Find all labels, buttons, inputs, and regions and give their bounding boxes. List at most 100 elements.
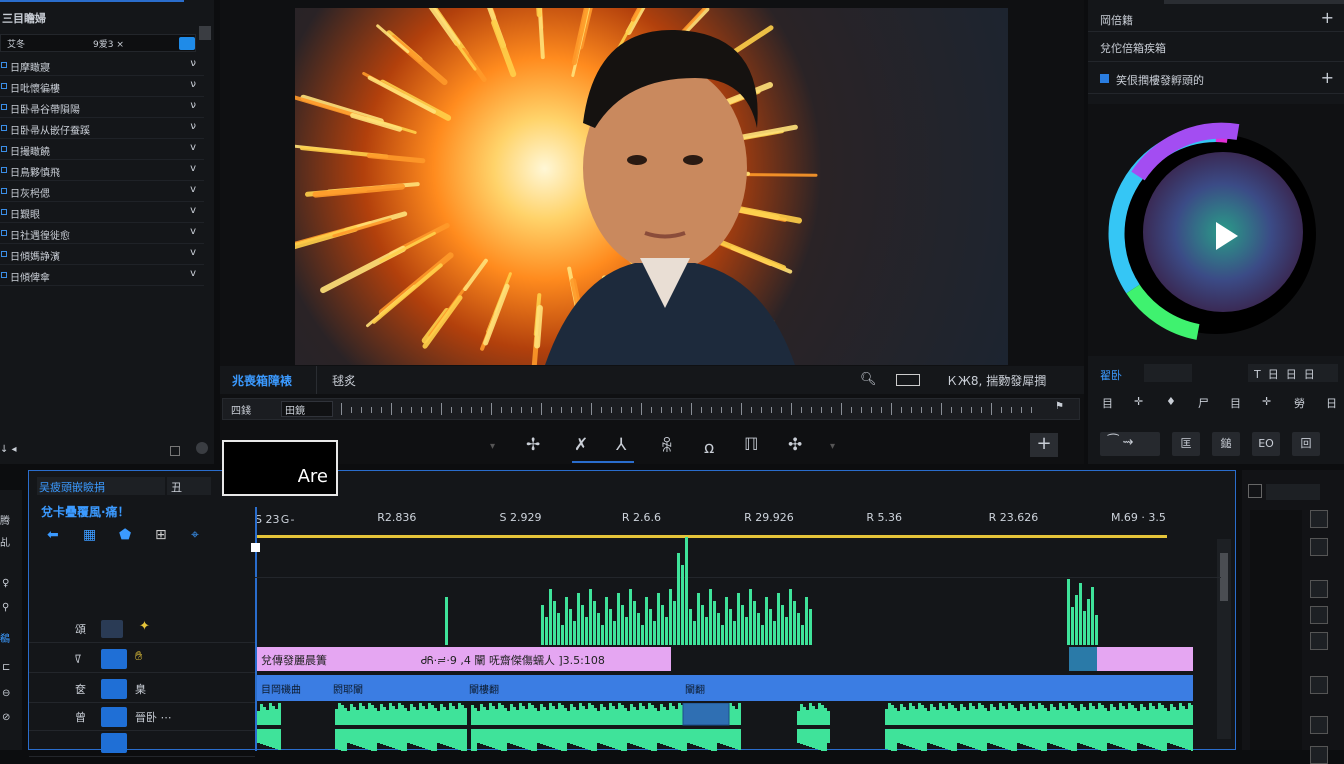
tool-crop[interactable]: ℿ xyxy=(744,435,758,455)
tool-button[interactable]: 勞 xyxy=(1294,395,1305,411)
right-row-3[interactable]: 笑佷撋樓發孵頭的 + xyxy=(1088,64,1344,94)
search-input[interactable]: 9爱3 × xyxy=(93,37,124,50)
tool-icon[interactable]: 鵗 xyxy=(0,630,10,645)
chevron-down-icon[interactable]: v xyxy=(190,226,196,237)
effect-item[interactable]: 日艱眼v xyxy=(0,203,204,223)
color-wheel[interactable] xyxy=(1088,104,1344,356)
effect-item[interactable]: 日社遇徨徙愈v xyxy=(0,224,204,244)
effect-item[interactable]: 日傾俾傘v xyxy=(0,266,204,286)
side-tool-icon[interactable] xyxy=(1310,746,1328,764)
arrow-left-icon[interactable]: ⬅ xyxy=(47,527,59,543)
side-tool-icon[interactable] xyxy=(1310,716,1328,734)
audio-clips[interactable] xyxy=(257,703,1193,751)
tool-icon[interactable]: 腾 xyxy=(0,512,10,527)
chevron-down-icon[interactable]: ν xyxy=(190,58,196,69)
tool-icon[interactable]: ⊏ xyxy=(2,662,10,673)
effect-item[interactable]: 日灰枵偲v xyxy=(0,182,204,202)
search-icon[interactable] xyxy=(179,37,195,50)
track-lock[interactable] xyxy=(101,707,127,727)
effect-item[interactable]: 日鳥夥慎飛v xyxy=(0,161,204,181)
hand-icon[interactable]: ✋︎ xyxy=(135,649,142,664)
effect-item[interactable]: 日卧帚谷帶隕陽ν xyxy=(0,98,204,118)
search-bar[interactable]: 艾冬 9爱3 × xyxy=(0,34,196,52)
viewer-controls-label[interactable]: ＫЖ8, 揣覅發犀撋 xyxy=(946,372,1046,389)
tool-cut[interactable]: ✗ xyxy=(574,435,588,455)
track-lock[interactable] xyxy=(101,733,127,753)
chevron-down-icon[interactable]: v xyxy=(190,268,196,279)
effect-item[interactable]: 日撮瞰饒v xyxy=(0,140,204,160)
side-tool-icon[interactable] xyxy=(1310,538,1328,556)
side-tool-icon[interactable] xyxy=(1310,580,1328,598)
trash-icon[interactable] xyxy=(170,446,180,456)
effect-item[interactable]: 日吡懷徧樓ν xyxy=(0,77,204,97)
chevron-down-icon[interactable]: v xyxy=(190,205,196,216)
tool-transform[interactable]: ✢ xyxy=(526,435,540,455)
chevron-down-icon[interactable]: ν xyxy=(190,79,196,90)
chevron-down-icon[interactable]: ν xyxy=(190,121,196,132)
curve-button[interactable]: ⁀ ⇝ xyxy=(1100,432,1160,456)
effect-tool-button[interactable]: 鎚 xyxy=(1212,432,1240,456)
tool-icon[interactable]: ⚲ xyxy=(2,602,9,613)
panel-corner-handle[interactable] xyxy=(196,442,208,454)
tool-button[interactable]: 目 xyxy=(1230,395,1241,411)
tool-move[interactable]: ✣ xyxy=(788,435,802,455)
tool-icon[interactable]: ♀ xyxy=(2,578,9,589)
tag-icon[interactable]: ⬟ xyxy=(119,527,131,543)
clip-pink-2[interactable] xyxy=(1097,647,1193,671)
align-icons[interactable]: T 日 日 日 xyxy=(1254,366,1315,382)
add-icon[interactable]: + xyxy=(1321,8,1334,27)
side-tool-icon[interactable] xyxy=(1310,676,1328,694)
effect-tool-button[interactable]: EO xyxy=(1252,432,1280,456)
tool-icon[interactable]: ⊖ xyxy=(2,688,10,699)
tool-pen[interactable]: ꭥ xyxy=(704,435,714,458)
value-field[interactable] xyxy=(1144,364,1192,382)
panel-scrollbar[interactable] xyxy=(199,26,211,40)
tool-icon[interactable]: 乩 xyxy=(0,534,10,549)
clip-pink[interactable]: 兌傳發麗晨簀 ᏧᏲ·≓·9 ,4 闡 呒齋傑傷蠕人 ]3.5:108 xyxy=(257,647,671,671)
track-lock[interactable] xyxy=(101,649,127,669)
zoom-icon[interactable]: 🔍︎ xyxy=(860,372,877,387)
toggle-icon[interactable] xyxy=(1248,484,1262,498)
right-row-2[interactable]: 兌佗倍箱疾箱 xyxy=(1088,34,1344,62)
grid-icon[interactable]: ▦ xyxy=(83,527,96,543)
star-icon[interactable]: ✦ xyxy=(139,619,150,634)
chevron-down-icon[interactable]: ν xyxy=(190,100,196,111)
checkbox[interactable] xyxy=(1100,74,1109,83)
add-icon[interactable]: + xyxy=(1321,68,1334,87)
chevron-right-icon[interactable]: ▾ xyxy=(830,441,835,452)
flag-icon[interactable]: ⚑ xyxy=(1055,401,1064,412)
tool-button[interactable]: ✛ xyxy=(1262,395,1271,408)
tool-select[interactable]: ⅄ xyxy=(616,435,626,455)
effect-item[interactable]: 日傾媽諍濱v xyxy=(0,245,204,265)
tool-button[interactable]: 目 xyxy=(1102,395,1113,411)
side-tool-icon[interactable] xyxy=(1310,510,1328,528)
effect-tool-button[interactable]: 匡 xyxy=(1172,432,1200,456)
viewer-ruler[interactable] xyxy=(341,403,1041,415)
marker-icon[interactable]: ⊞ xyxy=(155,527,167,543)
add-icon[interactable]: + xyxy=(1030,433,1058,457)
snap-icon[interactable]: ⌖ xyxy=(191,527,199,543)
track-toggle[interactable] xyxy=(101,620,123,638)
tab-effects[interactable]: 兆喪箱障裱 xyxy=(232,372,292,389)
scroll-thumb[interactable] xyxy=(1220,553,1228,601)
small-field[interactable] xyxy=(1266,484,1320,500)
tool-button[interactable]: 尸 xyxy=(1198,395,1209,411)
chevron-down-icon[interactable]: v xyxy=(190,247,196,258)
tab-audio[interactable]: 毬炙 xyxy=(332,372,356,389)
chevron-down-icon[interactable]: v xyxy=(190,142,196,153)
effect-tool-button[interactable]: 回 xyxy=(1292,432,1320,456)
effect-item[interactable]: 日卧帚从嵌仔蚕蹊ν xyxy=(0,119,204,139)
effect-item[interactable]: 日摩瞰寢ν xyxy=(0,56,204,76)
tool-button[interactable]: 日 xyxy=(1326,395,1337,411)
clip-teal[interactable] xyxy=(1069,647,1097,671)
tool-icon[interactable]: ⊘ xyxy=(2,712,10,723)
tool-text[interactable]: ꆜ xyxy=(660,435,673,457)
viewer-scrubber[interactable]: 四錢 田鏡 ⚑ xyxy=(222,398,1080,420)
arrow-down-icon[interactable]: ↓ ◂ xyxy=(0,444,17,455)
side-tool-icon[interactable] xyxy=(1310,632,1328,650)
chevron-down-icon[interactable]: v xyxy=(190,184,196,195)
tool-button[interactable]: ✛ xyxy=(1134,395,1143,408)
track-lock[interactable] xyxy=(101,679,127,699)
chevron-down-icon[interactable]: v xyxy=(190,163,196,174)
aspect-icon[interactable] xyxy=(896,374,920,386)
